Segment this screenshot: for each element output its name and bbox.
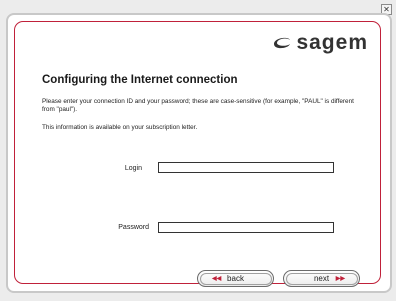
back-button[interactable]: ◀◀ back [197, 270, 274, 287]
logo-text: sagem [296, 31, 368, 54]
instructions-text: Please enter your connection ID and your… [42, 98, 354, 113]
double-right-arrow-icon: ▶▶ [335, 276, 345, 282]
next-label: next [313, 274, 330, 283]
login-input[interactable] [158, 162, 334, 173]
sagem-swirl-icon [274, 37, 291, 49]
back-label: back [227, 274, 244, 283]
page-title: Configuring the Internet connection [42, 74, 238, 86]
next-button[interactable]: next ▶▶ [283, 270, 360, 287]
sagem-logo: sagem [272, 31, 368, 55]
double-left-arrow-icon: ◀◀ [212, 276, 222, 282]
password-input[interactable] [158, 222, 334, 233]
login-label: Login [124, 165, 142, 172]
password-label: Password [118, 224, 149, 231]
info-text: This information is available on your su… [42, 124, 198, 131]
dialog: sagem Configuring the Internet connectio… [6, 13, 392, 293]
dialog-content: sagem Configuring the Internet connectio… [14, 21, 381, 287]
